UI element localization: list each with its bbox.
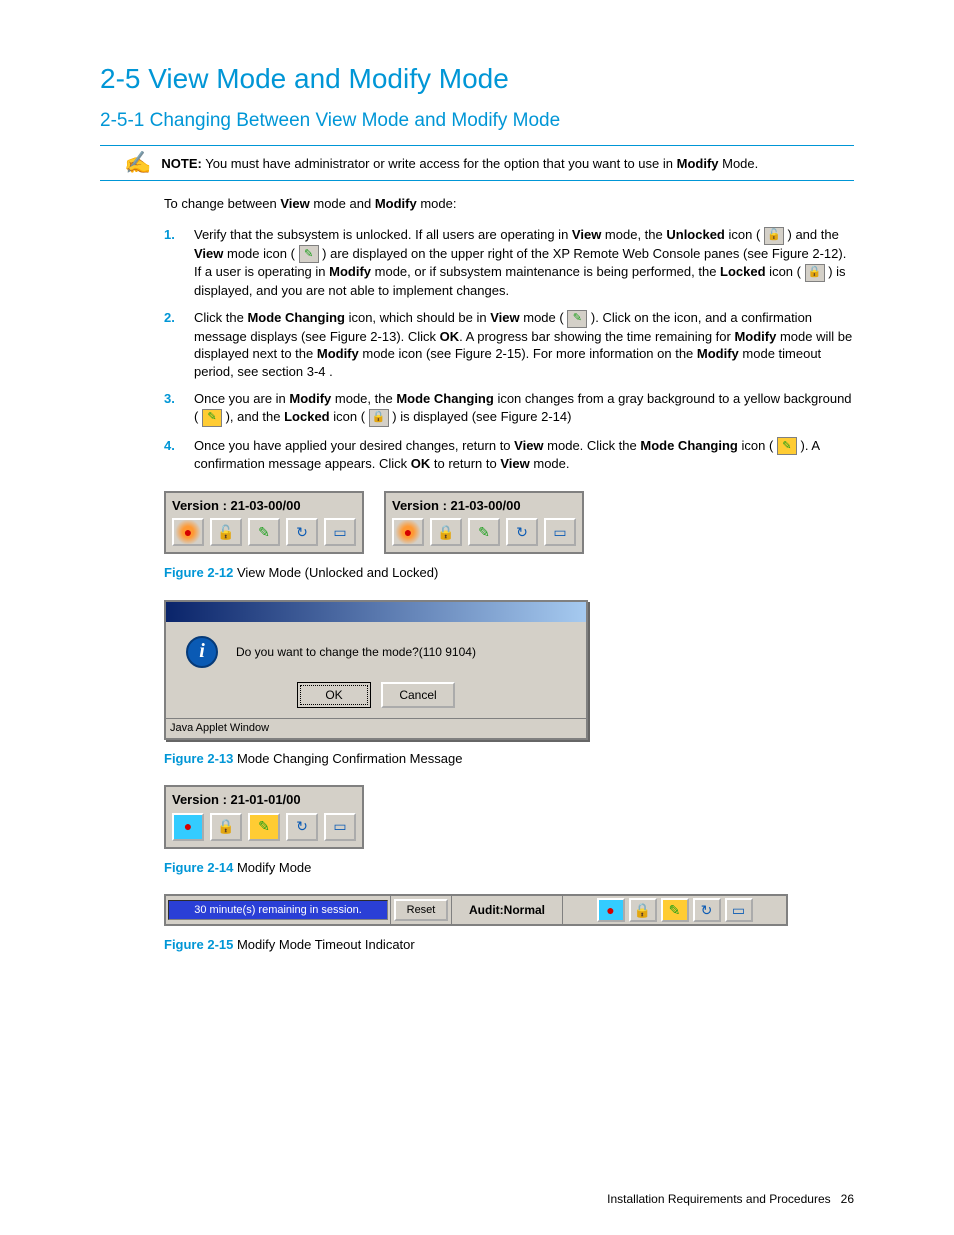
mode-changing-modify-icon[interactable]: ✎: [661, 898, 689, 922]
exit-icon[interactable]: ▭: [324, 518, 356, 546]
section-heading: 2-5 View Mode and Modify Mode: [100, 60, 854, 98]
icon-row: ● 🔒 ✎ ↻ ▭: [172, 813, 356, 841]
step-text: Once you have applied your desired chang…: [194, 438, 819, 472]
step-3: 3. Once you are in Modify mode, the Mode…: [164, 390, 854, 426]
status-icon[interactable]: ●: [392, 518, 424, 546]
reset-cell: Reset: [391, 896, 452, 924]
step-text: Verify that the subsystem is unlocked. I…: [194, 227, 846, 298]
intro-paragraph: To change between View mode and Modify m…: [164, 195, 854, 213]
figure-2-12-row: Version : 21-03-00/00 ● 🔓 ✎ ↻ ▭ Version …: [164, 491, 854, 555]
intro-b: View: [280, 196, 309, 211]
intro-e: mode:: [417, 196, 457, 211]
dialog-body: i Do you want to change the mode?(110 91…: [166, 622, 586, 718]
dialog-message: Do you want to change the mode?(110 9104…: [236, 644, 476, 660]
note-icon: ✍: [100, 152, 151, 174]
audit-status: Audit:Normal: [452, 896, 563, 924]
dialog-status-bar: Java Applet Window: [166, 718, 586, 738]
document-page: 2-5 View Mode and Modify Mode 2-5-1 Chan…: [0, 0, 954, 1235]
figure-label: Figure 2-12: [164, 565, 233, 580]
timeout-progress-text: 30 minute(s) remaining in session.: [194, 903, 362, 918]
intro-a: To change between: [164, 196, 280, 211]
toolbar-modify-mode: Version : 21-01-01/00 ● 🔒 ✎ ↻ ▭: [164, 785, 364, 849]
icon-row: ● 🔓 ✎ ↻ ▭: [172, 518, 356, 546]
footer-text: Installation Requirements and Procedures: [607, 1192, 830, 1206]
step-number: 2.: [164, 309, 175, 327]
figure-label: Figure 2-14: [164, 860, 233, 875]
version-label: Version : 21-03-00/00: [392, 497, 576, 515]
step-number: 3.: [164, 390, 175, 408]
note-bold: Modify: [677, 156, 719, 171]
mode-changing-modify-icon: ✎: [202, 409, 222, 427]
timeout-icon-row: ● 🔒 ✎ ↻ ▭: [563, 896, 786, 924]
page-number: 26: [841, 1192, 854, 1206]
locked-icon[interactable]: 🔒: [629, 898, 657, 922]
refresh-icon[interactable]: ↻: [693, 898, 721, 922]
icon-row: ● 🔒 ✎ ↻ ▭: [392, 518, 576, 546]
cancel-button[interactable]: Cancel: [381, 682, 455, 708]
exit-icon[interactable]: ▭: [544, 518, 576, 546]
note-block: ✍ NOTE: You must have administrator or w…: [100, 145, 854, 181]
exit-icon[interactable]: ▭: [725, 898, 753, 922]
refresh-icon[interactable]: ↻: [286, 518, 318, 546]
content-body: To change between View mode and Modify m…: [164, 195, 854, 953]
step-text: Once you are in Modify mode, the Mode Ch…: [194, 391, 852, 424]
locked-icon: 🔒: [369, 409, 389, 427]
version-label: Version : 21-01-01/00: [172, 791, 356, 809]
mode-changing-icon[interactable]: ✎: [248, 518, 280, 546]
timeout-progress-cell: 30 minute(s) remaining in session.: [166, 896, 391, 924]
toolbar-locked: Version : 21-03-00/00 ● 🔒 ✎ ↻ ▭: [384, 491, 584, 555]
figure-text: Modify Mode Timeout Indicator: [233, 937, 414, 952]
step-4: 4. Once you have applied your desired ch…: [164, 437, 854, 473]
ok-button[interactable]: OK: [297, 682, 371, 708]
intro-d: Modify: [375, 196, 417, 211]
unlocked-icon: 🔓: [764, 227, 784, 245]
figure-label: Figure 2-15: [164, 937, 233, 952]
reset-button[interactable]: Reset: [394, 899, 448, 921]
figure-label: Figure 2-13: [164, 751, 233, 766]
refresh-icon[interactable]: ↻: [286, 813, 318, 841]
mode-changing-view-icon: ✎: [567, 310, 587, 328]
mode-changing-icon: ✎: [777, 437, 797, 455]
status-icon[interactable]: ●: [172, 813, 204, 841]
note-label: NOTE:: [161, 156, 201, 171]
toolbar-unlocked: Version : 21-03-00/00 ● 🔓 ✎ ↻ ▭: [164, 491, 364, 555]
step-text: Click the Mode Changing icon, which shou…: [194, 310, 852, 379]
locked-icon: 🔒: [805, 264, 825, 282]
intro-c: mode and: [310, 196, 375, 211]
figure-2-13-caption: Figure 2-13 Mode Changing Confirmation M…: [164, 750, 854, 768]
figure-text: View Mode (Unlocked and Locked): [233, 565, 438, 580]
step-number: 1.: [164, 226, 175, 244]
steps-list: 1. Verify that the subsystem is unlocked…: [164, 226, 854, 473]
locked-icon[interactable]: 🔒: [210, 813, 242, 841]
figure-text: Modify Mode: [233, 860, 311, 875]
refresh-icon[interactable]: ↻: [506, 518, 538, 546]
page-footer: Installation Requirements and Procedures…: [607, 1191, 854, 1207]
step-1: 1. Verify that the subsystem is unlocked…: [164, 226, 854, 299]
figure-text: Mode Changing Confirmation Message: [233, 751, 462, 766]
exit-icon[interactable]: ▭: [324, 813, 356, 841]
figure-2-15-caption: Figure 2-15 Modify Mode Timeout Indicato…: [164, 936, 854, 954]
subsection-heading: 2-5-1 Changing Between View Mode and Mod…: [100, 108, 854, 134]
figure-2-12-caption: Figure 2-12 View Mode (Unlocked and Lock…: [164, 564, 854, 582]
locked-icon[interactable]: 🔒: [430, 518, 462, 546]
mode-changing-modify-icon[interactable]: ✎: [248, 813, 280, 841]
status-icon[interactable]: ●: [172, 518, 204, 546]
step-2: 2. Click the Mode Changing icon, which s…: [164, 309, 854, 380]
info-icon: i: [186, 636, 218, 668]
figure-2-14-caption: Figure 2-14 Modify Mode: [164, 859, 854, 877]
confirmation-dialog: i Do you want to change the mode?(110 91…: [164, 600, 588, 740]
timeout-indicator-bar: 30 minute(s) remaining in session. Reset…: [164, 894, 788, 926]
view-mode-icon: ✎: [299, 245, 319, 263]
note-body-2: Mode.: [719, 156, 759, 171]
step-number: 4.: [164, 437, 175, 455]
timeout-progress: 30 minute(s) remaining in session.: [168, 900, 388, 920]
dialog-titlebar: [166, 602, 586, 622]
mode-changing-icon[interactable]: ✎: [468, 518, 500, 546]
version-label: Version : 21-03-00/00: [172, 497, 356, 515]
unlocked-icon[interactable]: 🔓: [210, 518, 242, 546]
status-icon[interactable]: ●: [597, 898, 625, 922]
note-body-1: You must have administrator or write acc…: [202, 156, 677, 171]
note-text: NOTE: You must have administrator or wri…: [161, 152, 854, 173]
